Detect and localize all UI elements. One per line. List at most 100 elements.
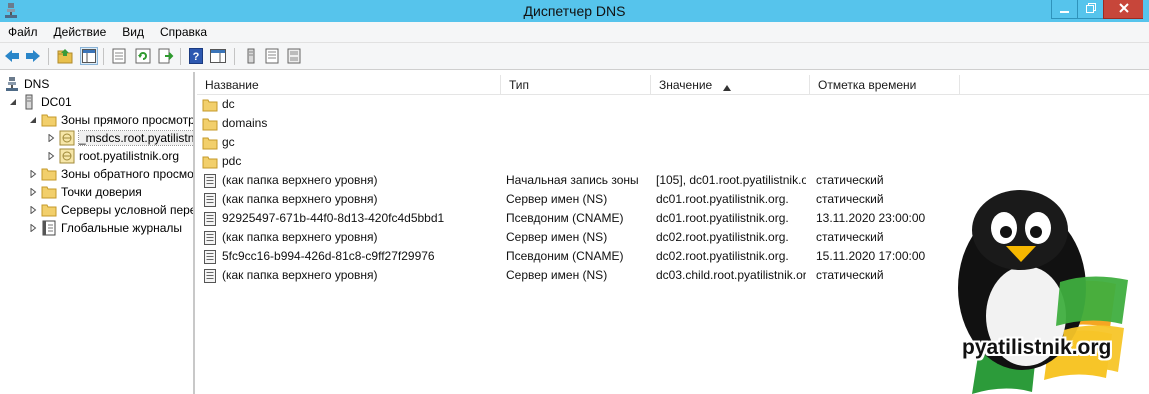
tree-node-msdcs-zone[interactable]: _msdcs.root.pyatilistnik.org bbox=[46, 129, 193, 147]
menu-action[interactable]: Действие bbox=[46, 25, 115, 39]
record-name: (как папка верхнего уровня) bbox=[222, 173, 378, 187]
tree-node-dc01[interactable]: DC01 bbox=[8, 93, 72, 111]
expanded-arrow-icon[interactable] bbox=[28, 115, 38, 125]
penguin-windows-logo bbox=[958, 190, 1128, 394]
record-value bbox=[656, 114, 806, 133]
folder-icon bbox=[202, 116, 218, 132]
record-type bbox=[506, 133, 646, 152]
column-value-label: Значение bbox=[659, 78, 713, 92]
tree-node-reverse-zones[interactable]: Зоны обратного просмотра bbox=[28, 165, 193, 183]
properties-button[interactable] bbox=[110, 47, 128, 65]
action-pane-button[interactable] bbox=[209, 47, 227, 65]
record-timestamp bbox=[816, 114, 966, 133]
server-icon bbox=[247, 48, 255, 64]
record-icon bbox=[202, 192, 218, 208]
record-name-cell: (как папка верхнего уровня) bbox=[202, 190, 502, 209]
folder-icon bbox=[202, 97, 218, 113]
restore-button[interactable] bbox=[1077, 0, 1103, 19]
tree-node-label: DC01 bbox=[41, 95, 72, 109]
collapsed-arrow-icon[interactable] bbox=[46, 133, 56, 143]
zone-button[interactable] bbox=[263, 47, 281, 65]
collapsed-arrow-icon[interactable] bbox=[28, 205, 38, 215]
column-type[interactable]: Тип bbox=[501, 75, 651, 95]
list-item[interactable]: domains bbox=[197, 114, 1149, 133]
column-name[interactable]: Название bbox=[197, 75, 501, 95]
help-button[interactable]: ? bbox=[187, 47, 205, 65]
collapsed-arrow-icon[interactable] bbox=[28, 169, 38, 179]
record-type: Сервер имен (NS) bbox=[506, 192, 608, 206]
collapsed-arrow-icon[interactable] bbox=[28, 187, 38, 197]
help-icon: ? bbox=[189, 48, 203, 64]
menu-view[interactable]: Вид bbox=[114, 25, 152, 39]
server-button[interactable] bbox=[242, 47, 260, 65]
toolbar-separator bbox=[103, 48, 104, 65]
record-type: Сервер имен (NS) bbox=[506, 268, 608, 282]
collapsed-arrow-icon[interactable] bbox=[46, 151, 56, 161]
tree-node-label: root.pyatilistnik.org bbox=[79, 149, 180, 163]
folder-icon bbox=[41, 202, 57, 218]
record-name-cell: (как папка верхнего уровня) bbox=[202, 228, 502, 247]
menu-bar: Файл Действие Вид Справка bbox=[0, 22, 1149, 43]
properties-icon bbox=[112, 48, 126, 64]
export-list-button[interactable] bbox=[157, 47, 175, 65]
record-icon bbox=[287, 48, 301, 64]
tree-node-trust-points[interactable]: Точки доверия bbox=[28, 183, 142, 201]
show-hide-tree-button[interactable] bbox=[80, 47, 98, 65]
close-button[interactable] bbox=[1103, 0, 1143, 19]
tree-node-label: Серверы условной пересылки bbox=[61, 203, 195, 217]
record-button[interactable] bbox=[285, 47, 303, 65]
folder-icon bbox=[202, 135, 218, 151]
record-name-cell: gc bbox=[202, 133, 502, 152]
record-name-cell: domains bbox=[202, 114, 502, 133]
record-name-cell: (как папка верхнего уровня) bbox=[202, 266, 502, 285]
action-pane-icon bbox=[210, 49, 226, 63]
collapsed-arrow-icon[interactable] bbox=[28, 223, 38, 233]
record-value: dc02.root.pyatilistnik.org. bbox=[656, 249, 789, 263]
refresh-button[interactable] bbox=[134, 47, 152, 65]
up-folder-button[interactable] bbox=[56, 47, 74, 65]
menu-file[interactable]: Файл bbox=[0, 25, 46, 39]
record-type bbox=[506, 95, 646, 114]
tree-node-forward-zones[interactable]: Зоны прямого просмотра bbox=[28, 111, 195, 129]
record-icon bbox=[202, 211, 218, 227]
back-button[interactable] bbox=[3, 47, 21, 65]
record-icon bbox=[202, 249, 218, 265]
column-header: Название Тип Значение Отметка времени bbox=[197, 75, 1149, 95]
record-name: 92925497-671b-44f0-8d13-420fc4d5bbd1 bbox=[222, 211, 445, 225]
close-icon bbox=[1118, 2, 1129, 16]
tree-node-label: Зоны прямого просмотра bbox=[61, 113, 195, 127]
toolbar-separator bbox=[48, 48, 49, 65]
record-name-cell: (как папка верхнего уровня) bbox=[202, 171, 502, 190]
forward-button[interactable] bbox=[24, 47, 42, 65]
tree-node-root-zone[interactable]: root.pyatilistnik.org bbox=[46, 147, 179, 165]
tree-node-label: Точки доверия bbox=[61, 185, 142, 199]
column-value[interactable]: Значение bbox=[651, 75, 810, 95]
expanded-arrow-icon[interactable] bbox=[8, 97, 18, 107]
list-item[interactable]: gc bbox=[197, 133, 1149, 152]
record-type bbox=[506, 152, 646, 171]
record-value: dc01.root.pyatilistnik.org. bbox=[656, 192, 789, 206]
menu-help[interactable]: Справка bbox=[152, 25, 215, 39]
forward-icon bbox=[26, 50, 40, 62]
title-bar: Диспетчер DNS bbox=[0, 0, 1149, 22]
folder-icon bbox=[202, 154, 218, 170]
record-name-cell: dc bbox=[202, 95, 502, 114]
toolbar-separator bbox=[180, 48, 181, 65]
record-name: pdc bbox=[222, 154, 242, 168]
tree-node-global-logs[interactable]: Глобальные журналы bbox=[28, 219, 182, 237]
list-item[interactable]: dc bbox=[197, 95, 1149, 114]
column-timestamp[interactable]: Отметка времени bbox=[810, 75, 960, 95]
tree-node-label: _msdcs.root.pyatilistnik.org bbox=[78, 130, 193, 146]
record-value bbox=[656, 133, 806, 152]
tree-node-conditional-forwarders[interactable]: Серверы условной пересылки bbox=[28, 201, 195, 219]
record-name: 5fc9cc16-b994-426d-81c8-c9ff27f29976 bbox=[222, 249, 435, 263]
refresh-icon bbox=[135, 48, 151, 64]
up-folder-icon bbox=[57, 49, 73, 64]
minimize-button[interactable] bbox=[1051, 0, 1077, 19]
record-value bbox=[656, 152, 806, 171]
folder-icon bbox=[41, 166, 57, 182]
back-icon bbox=[5, 50, 19, 62]
tree-node-dns[interactable]: DNS bbox=[4, 75, 49, 93]
list-item[interactable]: pdc bbox=[197, 152, 1149, 171]
tree-node-label: DNS bbox=[24, 77, 50, 91]
